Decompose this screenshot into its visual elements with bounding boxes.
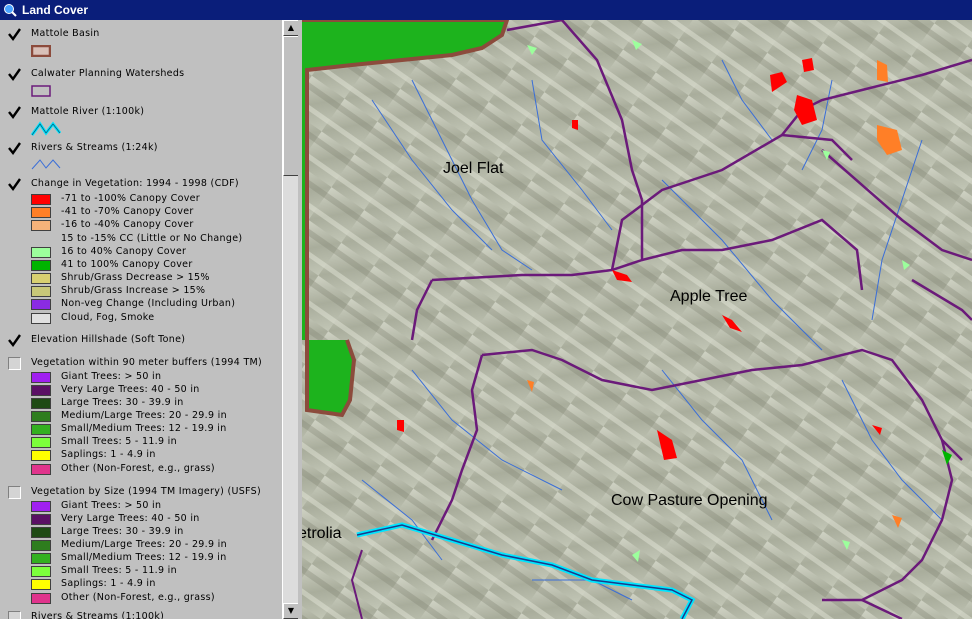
class-label: 41 to 100% Canopy Cover [61,259,193,270]
checkbox-checked-icon[interactable] [8,334,21,347]
color-swatch [31,593,51,604]
class-label: Very Large Trees: 40 - 50 in [61,384,200,395]
class-label: Other (Non-Forest, e.g., grass) [61,592,215,603]
class-label: Small Trees: 5 - 11.9 in [61,565,177,576]
layer-name: Rivers & Streams (1:24k) [31,142,158,153]
class-label: -16 to -40% Canopy Cover [61,219,194,230]
watershed-outline-symbol [31,85,51,97]
class-label: -41 to -70% Canopy Cover [61,206,194,217]
class-label: -71 to -100% Canopy Cover [61,193,200,204]
legend-panel: Mattole Basin Calwater Planning Watershe… [0,20,283,619]
place-label-apple-tree: Apple Tree [670,288,748,305]
layer-name: Calwater Planning Watersheds [31,68,185,79]
checkbox-unchecked[interactable] [8,357,21,370]
title-bar: Land Cover [0,0,972,20]
class-label: 16 to 40% Canopy Cover [61,246,187,257]
class-label: Very Large Trees: 40 - 50 in [61,513,200,524]
color-swatch [31,260,51,271]
checkbox-checked-icon[interactable] [8,68,21,81]
map-canvas[interactable] [302,20,972,619]
checkbox-checked-icon[interactable] [8,106,21,119]
window-title: Land Cover [22,3,89,17]
checkbox-checked-icon[interactable] [8,142,21,155]
color-swatch [31,313,51,324]
class-label: Non-veg Change (Including Urban) [61,298,236,309]
color-swatch [31,553,51,564]
color-swatch [31,273,51,284]
scroll-thumb[interactable] [283,36,299,176]
place-label-cow-pasture-opening: Cow Pasture Opening [611,492,768,509]
color-swatch [31,385,51,396]
checkbox-checked-icon[interactable] [8,178,21,191]
class-label: 15 to -15% CC (Little or No Change) [61,233,243,244]
stream-line-symbol [31,159,61,170]
color-swatch [31,207,51,218]
color-swatch [31,194,51,205]
class-label: Small Trees: 5 - 11.9 in [61,436,177,447]
place-label-joel-flat: Joel Flat [443,160,504,177]
checkbox-unchecked[interactable] [8,611,21,619]
layer-name: Mattole Basin [31,28,100,39]
layer-name: Vegetation by Size (1994 TM Imagery) (US… [31,486,261,497]
class-label: Saplings: 1 - 4.9 in [61,578,156,589]
color-swatch [31,501,51,512]
color-swatch [31,398,51,409]
color-swatch [31,411,51,422]
hillshade-terrain [302,20,972,619]
color-swatch [31,286,51,297]
checkbox-unchecked[interactable] [8,486,21,499]
checkbox-checked-icon[interactable] [8,28,21,41]
legend-scrollbar[interactable]: ▲ ▼ [282,20,299,619]
color-swatch [31,527,51,538]
color-swatch [31,220,51,231]
class-label: Saplings: 1 - 4.9 in [61,449,156,460]
scroll-up-arrow-icon[interactable]: ▲ [283,20,299,36]
color-swatch [31,299,51,310]
place-label-petrolia: etrolia [302,525,342,542]
class-label: Shrub/Grass Increase > 15% [61,285,206,296]
class-label: Other (Non-Forest, e.g., grass) [61,463,215,474]
color-swatch [31,372,51,383]
layer-name: Vegetation within 90 meter buffers (1994… [31,357,263,368]
map-view[interactable]: Joel Flat Apple Tree Cow Pasture Opening… [302,20,972,619]
color-swatch [31,579,51,590]
class-label: Large Trees: 30 - 39.9 in [61,526,184,537]
class-label: Small/Medium Trees: 12 - 19.9 in [61,552,227,563]
scroll-down-arrow-icon[interactable]: ▼ [283,603,299,619]
color-swatch [31,464,51,475]
color-swatch [31,424,51,435]
class-label: Giant Trees: > 50 in [61,500,162,511]
class-label: Small/Medium Trees: 12 - 19.9 in [61,423,227,434]
color-swatch [31,450,51,461]
basin-outline-symbol [31,45,51,57]
class-label: Medium/Large Trees: 20 - 29.9 in [61,410,227,421]
layer-name: Mattole River (1:100k) [31,106,145,117]
river-line-symbol [31,121,61,136]
class-label: Medium/Large Trees: 20 - 29.9 in [61,539,227,550]
layer-name: Elevation Hillshade (Soft Tone) [31,334,186,345]
class-label: Cloud, Fog, Smoke [61,312,155,323]
color-swatch [31,514,51,525]
class-label: Large Trees: 30 - 39.9 in [61,397,184,408]
color-swatch [31,540,51,551]
color-swatch [31,247,51,258]
class-label: Giant Trees: > 50 in [61,371,162,382]
color-swatch [31,566,51,577]
layer-name: Rivers & Streams (1:100k) [31,611,165,619]
color-swatch [31,437,51,448]
class-label: Shrub/Grass Decrease > 15% [61,272,210,283]
globe-search-icon [4,4,17,17]
layer-name: Change in Vegetation: 1994 - 1998 (CDF) [31,178,239,189]
